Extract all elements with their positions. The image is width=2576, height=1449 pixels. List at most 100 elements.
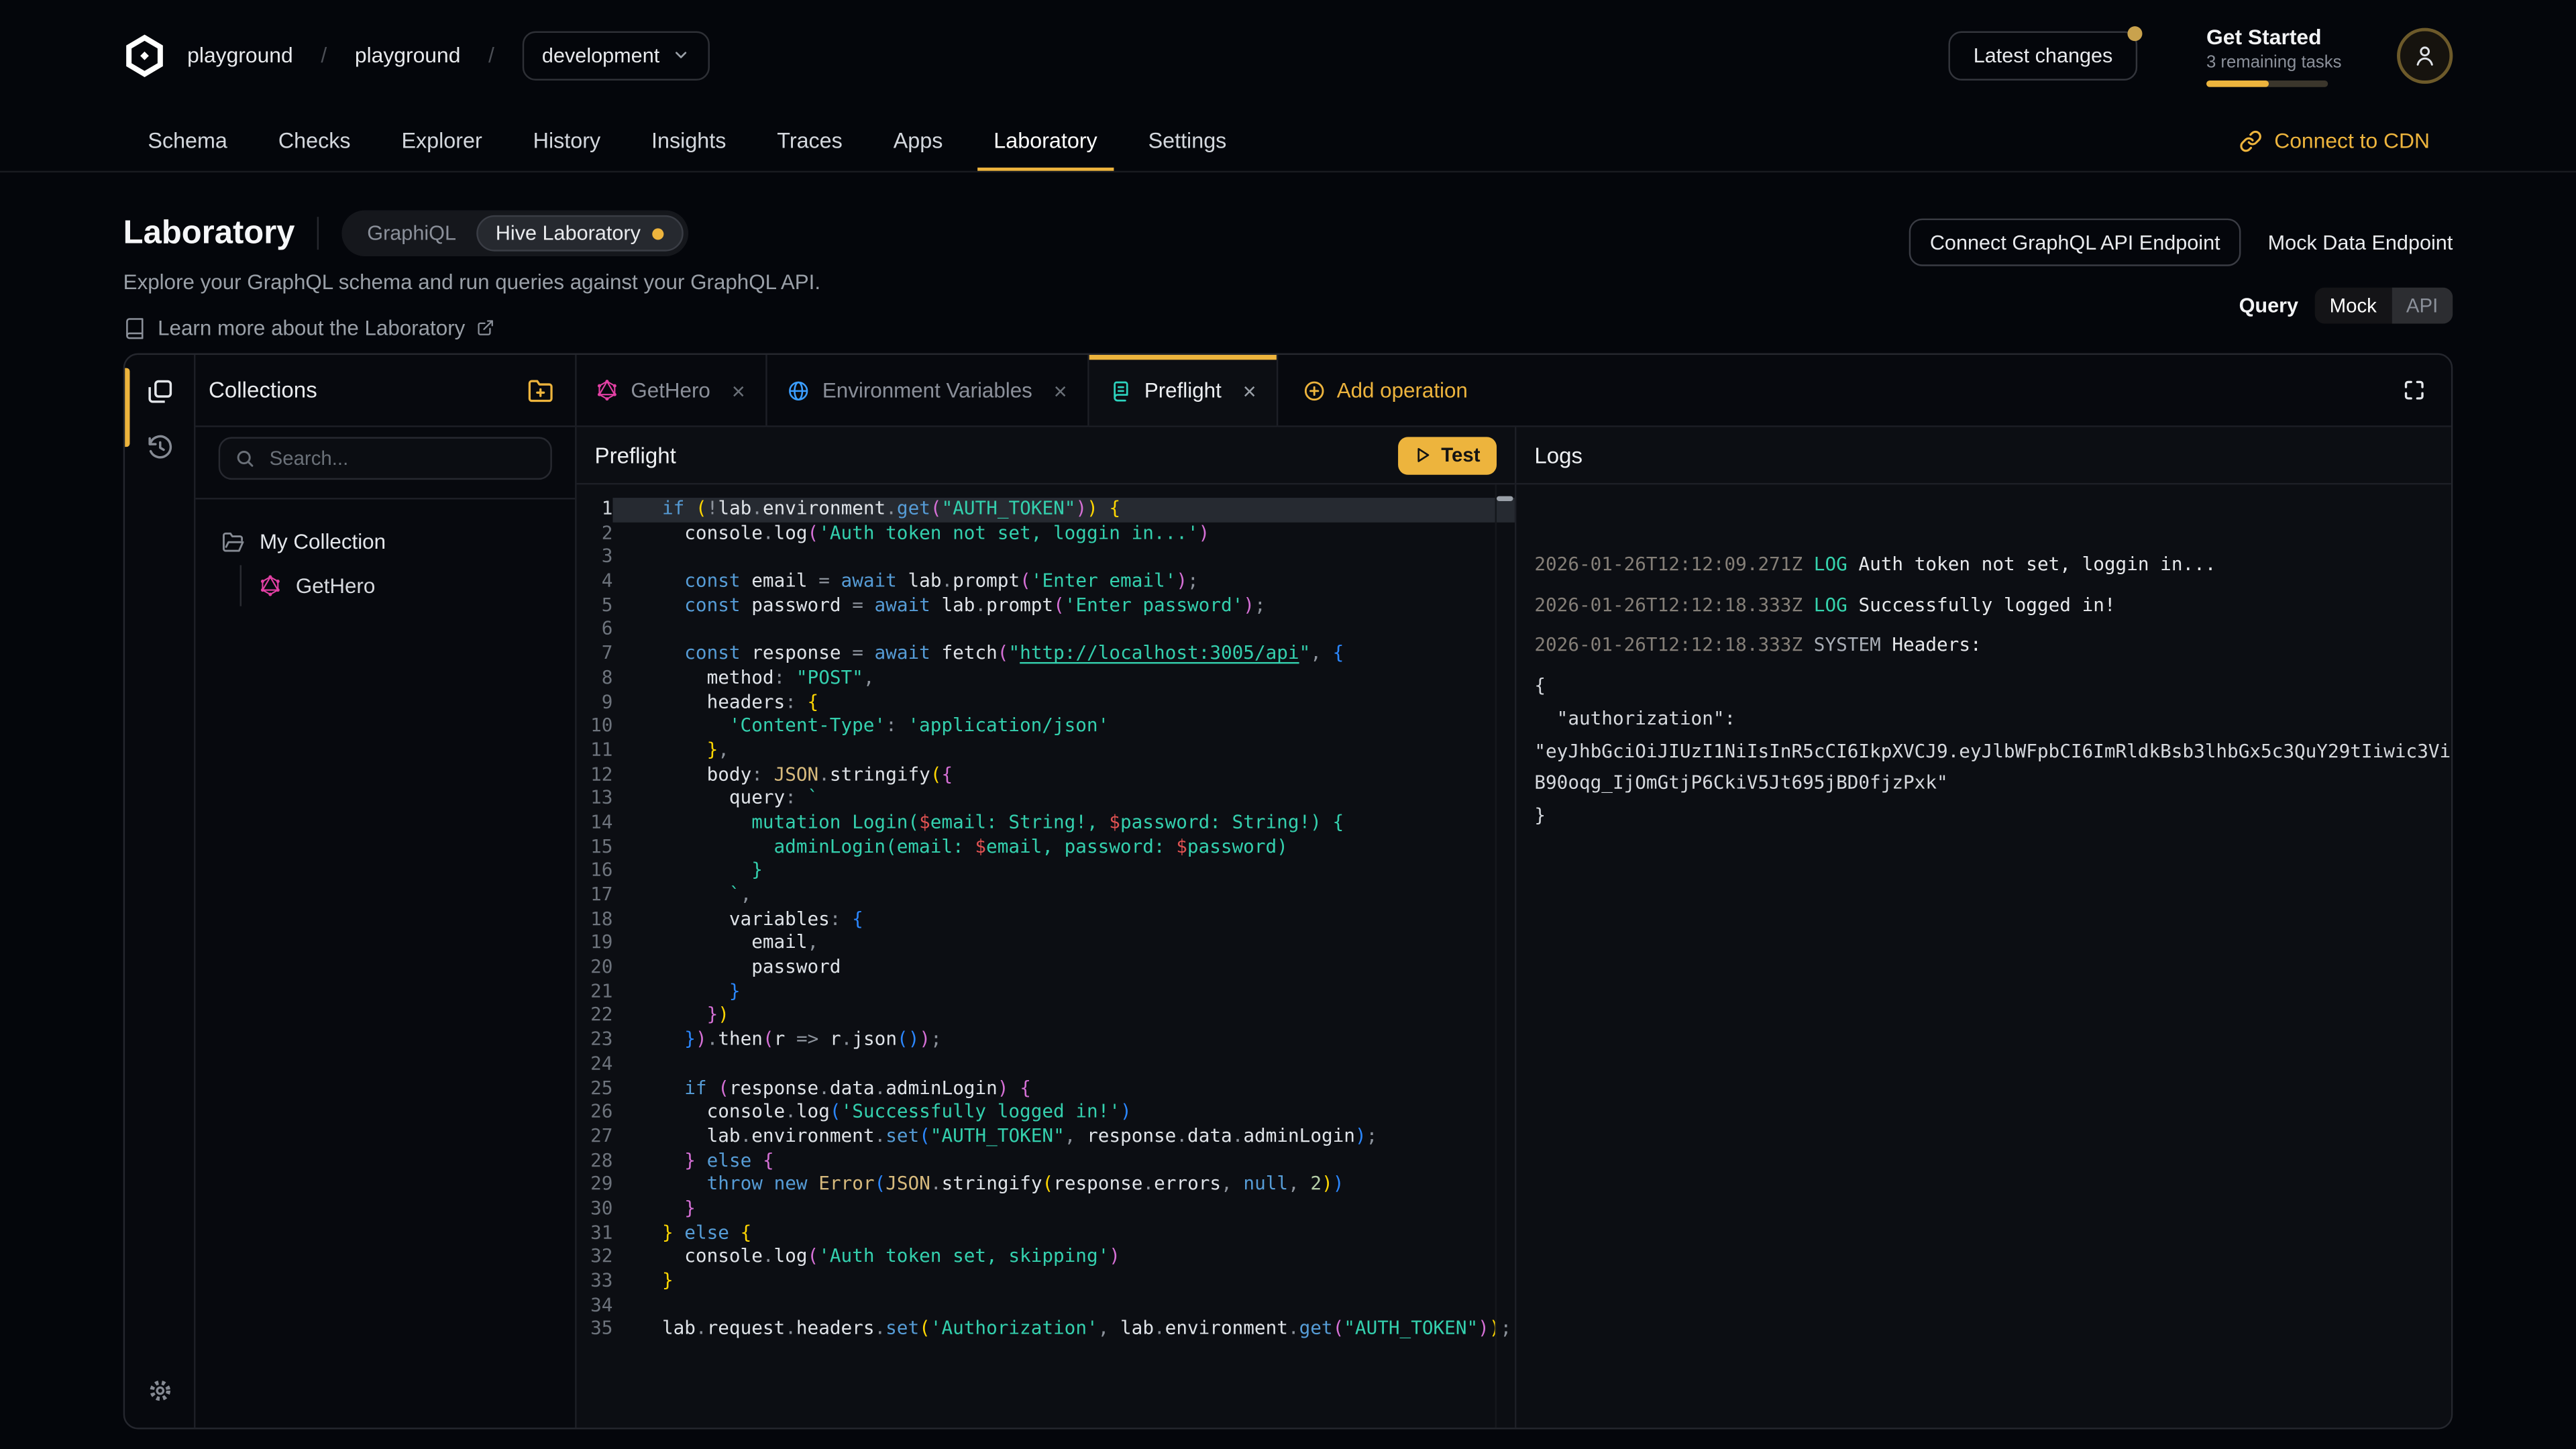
operation-label: GetHero xyxy=(296,574,375,598)
log-json-line: "authorization": xyxy=(1534,703,2451,735)
code-line-15: 15 adminLogin(email: $email, password: $… xyxy=(577,836,1515,860)
collections-icon[interactable] xyxy=(146,378,174,406)
code-line-31: 31} else { xyxy=(577,1222,1515,1246)
page-subtitle: Explore your GraphQL schema and run quer… xyxy=(123,270,820,294)
user-avatar[interactable] xyxy=(2397,27,2453,83)
code-line-17: 17 `, xyxy=(577,884,1515,908)
collection-folder-label: My Collection xyxy=(260,529,386,554)
line-number: 3 xyxy=(577,546,613,570)
nav-item-apps[interactable]: Apps xyxy=(894,110,943,171)
latest-changes-button[interactable]: Latest changes xyxy=(1949,30,2137,79)
connect-graphql-api-endpoint-button[interactable]: Connect GraphQL API Endpoint xyxy=(1909,219,2241,266)
preflight-pane-title: Preflight xyxy=(595,443,676,468)
mode-option-graphiql[interactable]: GraphiQL xyxy=(347,215,476,252)
line-number: 35 xyxy=(577,1318,613,1342)
get-started-subtitle: 3 remaining tasks xyxy=(2206,52,2328,71)
globe-icon xyxy=(786,378,809,401)
connect-to-cdn-link[interactable]: Connect to CDN xyxy=(2240,128,2430,153)
line-number: 1 xyxy=(577,498,613,522)
mode-option-hive-laboratory[interactable]: Hive Laboratory xyxy=(476,215,683,252)
line-number: 2 xyxy=(577,522,613,546)
fullscreen-icon[interactable] xyxy=(2375,355,2451,425)
collections-tree: My Collection GetH xyxy=(195,499,575,629)
graphql-icon xyxy=(260,575,281,596)
query-mode-mock[interactable]: Mock xyxy=(2315,288,2392,324)
line-number: 9 xyxy=(577,691,613,715)
folder-open-icon xyxy=(222,530,245,553)
history-icon[interactable] xyxy=(146,434,174,462)
collection-folder-row[interactable]: My Collection xyxy=(212,523,559,560)
learn-more-link[interactable]: Learn more about the Laboratory xyxy=(123,315,820,340)
nav-item-checks[interactable]: Checks xyxy=(278,110,351,171)
search-box[interactable] xyxy=(219,437,552,480)
query-mode-row: Query Mock API xyxy=(2239,288,2453,324)
preflight-code-editor[interactable]: 1if (!lab.environment.get("AUTH_TOKEN"))… xyxy=(577,484,1515,1428)
line-number: 14 xyxy=(577,812,613,836)
nav-item-settings[interactable]: Settings xyxy=(1148,110,1227,171)
code-line-18: 18 variables: { xyxy=(577,908,1515,932)
editor-scrollbar-thumb[interactable] xyxy=(1497,496,1513,501)
code-line-11: 11 }, xyxy=(577,739,1515,763)
tab-label: GetHero xyxy=(631,378,710,402)
tab-preflight[interactable]: Preflight × xyxy=(1089,355,1278,425)
page-title-row: Laboratory GraphiQL Hive Laboratory xyxy=(123,210,820,256)
breadcrumb-separator: / xyxy=(321,43,327,68)
collections-sidebar: Collections xyxy=(194,355,577,1428)
nav-item-history[interactable]: History xyxy=(533,110,600,171)
search-icon xyxy=(235,449,254,468)
operation-row-gethero[interactable]: GetHero xyxy=(241,565,559,606)
add-operation-button[interactable]: Add operation xyxy=(1278,355,1493,425)
hive-logo-icon[interactable] xyxy=(123,34,166,76)
nav-item-laboratory[interactable]: Laboratory xyxy=(994,110,1097,171)
nav-item-insights[interactable]: Insights xyxy=(651,110,726,171)
code-line-3: 3 xyxy=(577,546,1515,570)
icon-rail xyxy=(125,355,194,1428)
active-rail-indicator xyxy=(125,368,129,447)
target-selector[interactable]: development xyxy=(523,30,711,79)
tab-environment-variables[interactable]: Environment Variables × xyxy=(767,355,1089,425)
mock-data-endpoint-button[interactable]: Mock Data Endpoint xyxy=(2268,231,2453,254)
tab-gethero[interactable]: GetHero × xyxy=(577,355,767,425)
log-json-line: "eyJhbGciOiJIUzI1NiIsInR5cCI6IkpXVCJ9.ey… xyxy=(1534,735,2451,767)
settings-gear-icon[interactable] xyxy=(146,1377,174,1405)
tab-label: Preflight xyxy=(1144,378,1222,402)
line-number: 4 xyxy=(577,570,613,594)
nav-item-schema[interactable]: Schema xyxy=(148,110,227,171)
person-icon xyxy=(2412,42,2438,68)
nav-item-explorer[interactable]: Explorer xyxy=(401,110,482,171)
line-number: 17 xyxy=(577,884,613,908)
query-mode-api[interactable]: API xyxy=(2392,288,2453,324)
line-number: 12 xyxy=(577,763,613,788)
code-line-29: 29 throw new Error(JSON.stringify(respon… xyxy=(577,1173,1515,1197)
collections-title: Collections xyxy=(209,378,317,402)
test-button[interactable]: Test xyxy=(1399,436,1497,474)
query-label: Query xyxy=(2239,294,2299,317)
line-number: 11 xyxy=(577,739,613,763)
code-line-5: 5 const password = await lab.prompt('Ent… xyxy=(577,594,1515,619)
breadcrumb-project[interactable]: playground xyxy=(355,43,461,68)
code-line-14: 14 mutation Login($email: String!, $pass… xyxy=(577,812,1515,836)
search-input[interactable] xyxy=(266,445,536,472)
close-icon[interactable]: × xyxy=(732,378,745,401)
code-line-27: 27 lab.environment.set("AUTH_TOKEN", res… xyxy=(577,1125,1515,1149)
laboratory-panel: Collections xyxy=(123,354,2453,1430)
line-number: 28 xyxy=(577,1149,613,1173)
new-folder-icon[interactable] xyxy=(527,377,553,403)
line-number: 15 xyxy=(577,836,613,860)
line-number: 32 xyxy=(577,1246,613,1270)
close-icon[interactable]: × xyxy=(1243,378,1256,401)
close-icon[interactable]: × xyxy=(1054,378,1067,401)
line-number: 33 xyxy=(577,1270,613,1294)
breadcrumb: playground / playground / development xyxy=(123,30,710,79)
breadcrumb-org[interactable]: playground xyxy=(187,43,293,68)
nav-item-traces[interactable]: Traces xyxy=(777,110,843,171)
code-line-16: 16 } xyxy=(577,860,1515,884)
logs-pane-header: Logs xyxy=(1515,427,2451,485)
editor-scrollbar-track xyxy=(1495,484,1497,1428)
active-mode-dot xyxy=(652,227,663,239)
page-header: Laboratory GraphiQL Hive Laboratory Expl… xyxy=(0,172,2576,340)
get-started-progress-fill xyxy=(2206,80,2268,87)
code-line-25: 25 if (response.data.adminLogin) { xyxy=(577,1077,1515,1101)
external-link-icon xyxy=(476,319,494,337)
get-started-widget[interactable]: Get Started 3 remaining tasks xyxy=(2206,24,2328,87)
